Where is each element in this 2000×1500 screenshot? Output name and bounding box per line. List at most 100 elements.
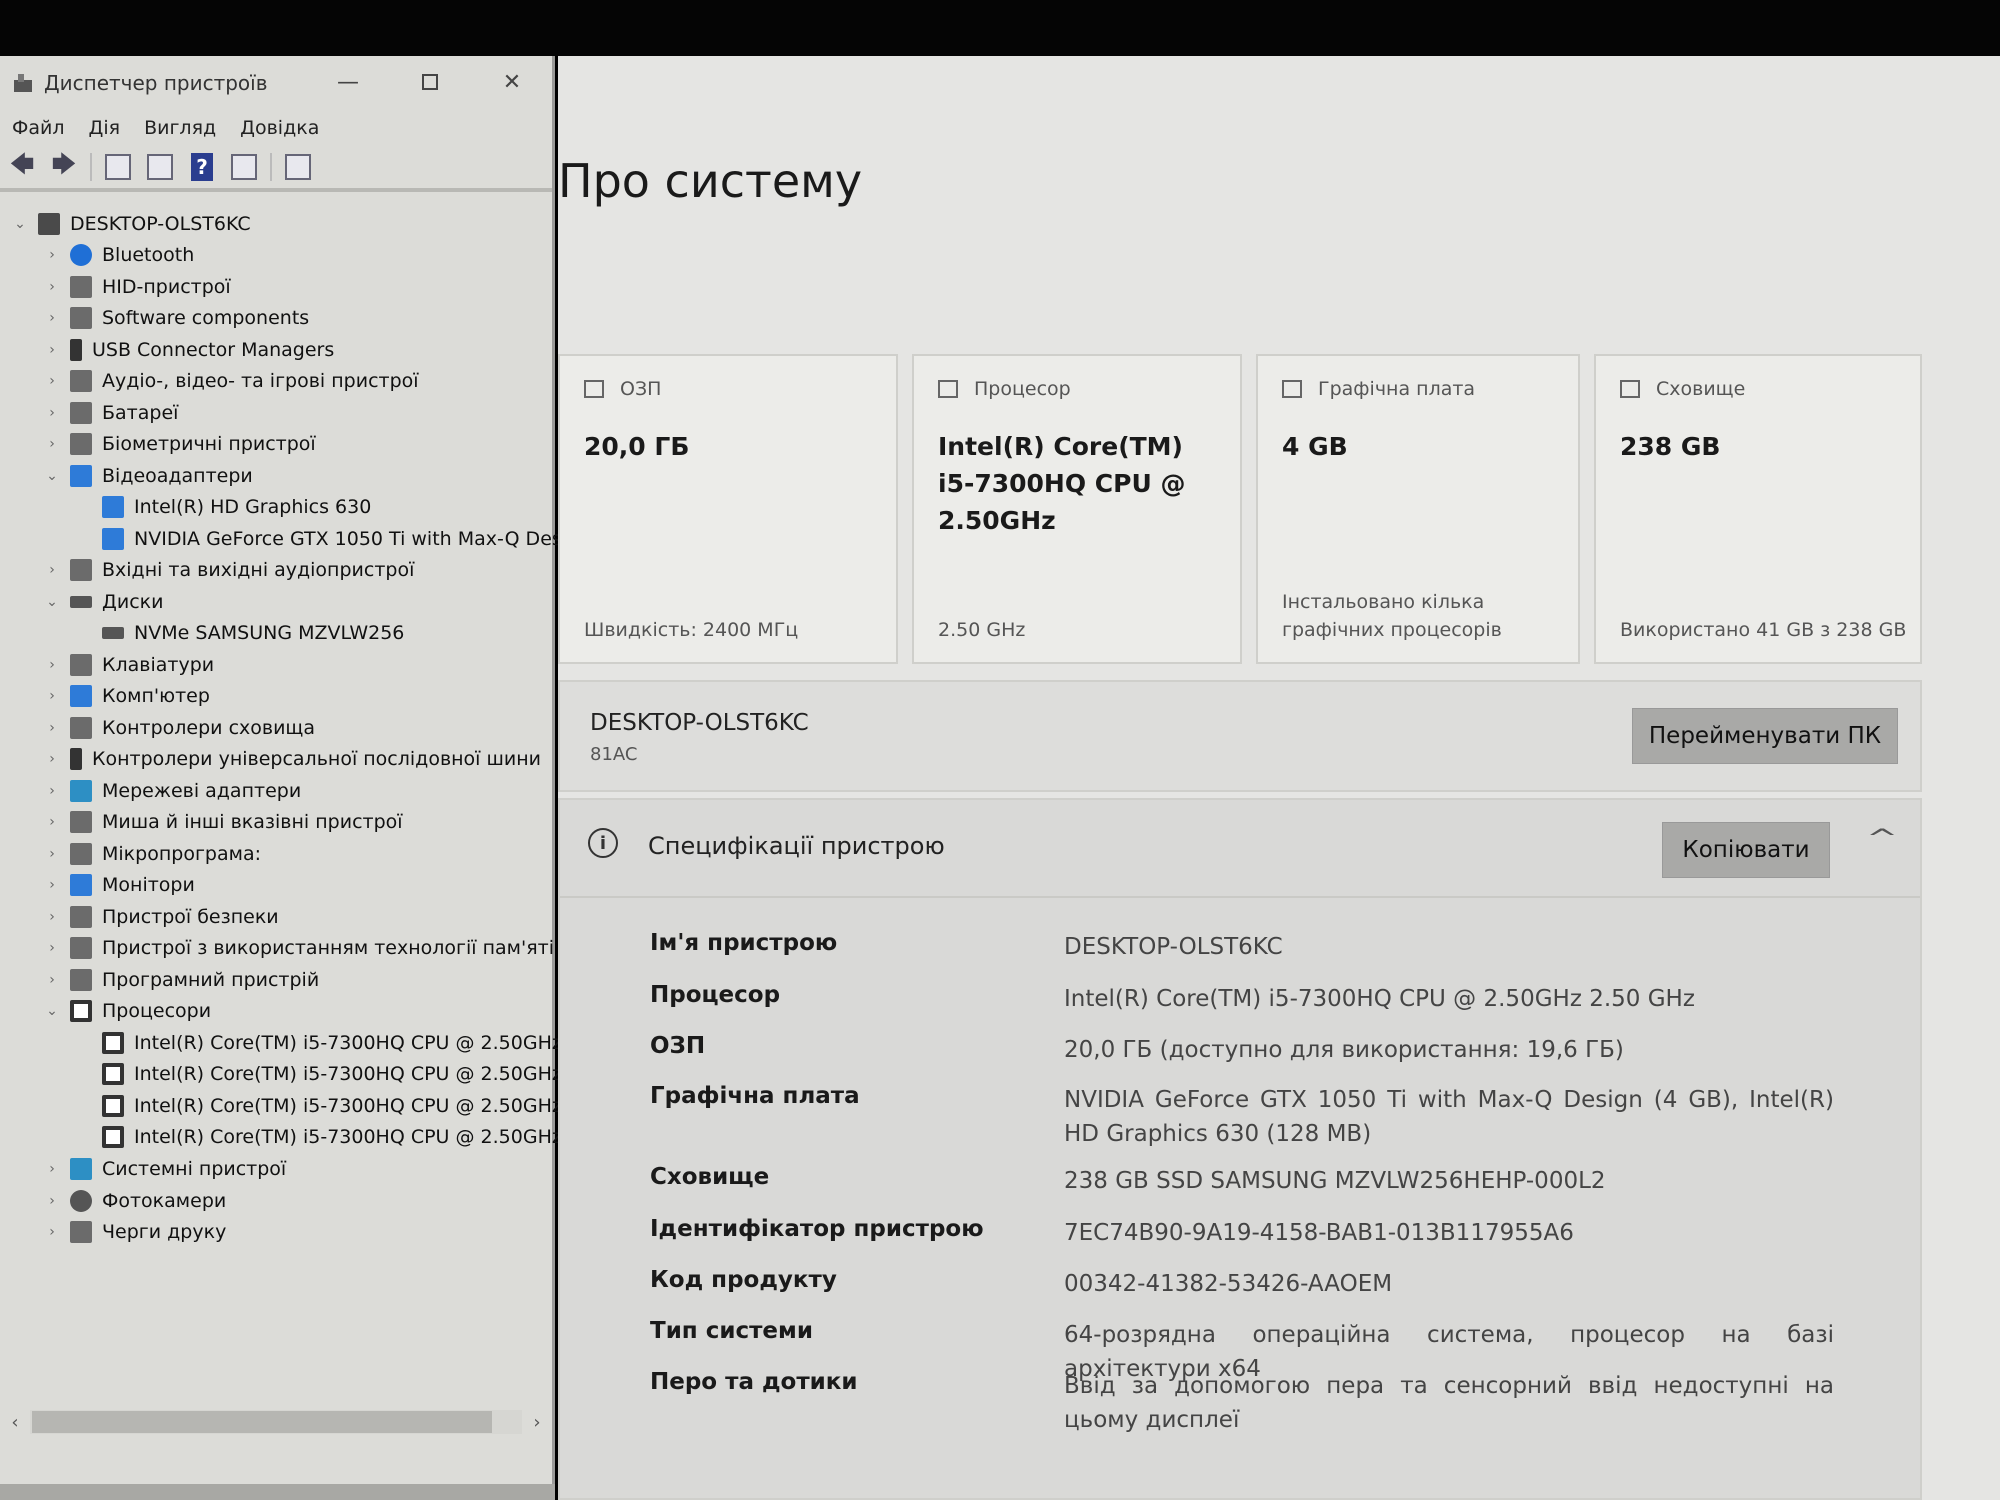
card-value: 4 GB bbox=[1282, 432, 1348, 461]
tree-label: Біометричні пристрої bbox=[102, 433, 316, 456]
rename-pc-button[interactable]: Перейменувати ПК bbox=[1632, 708, 1898, 764]
display-adapter-icon bbox=[102, 496, 124, 519]
tree-device[interactable]: Intel(R) Core(TM) i5-7300HQ CPU @ 2.50GH… bbox=[76, 1027, 562, 1058]
chevron-down-icon[interactable]: ⌄ bbox=[12, 216, 28, 232]
tree-category[interactable]: › Програмний пристрій bbox=[44, 964, 319, 995]
spec-label: Графічна плата bbox=[650, 1083, 860, 1109]
device-manager-icon bbox=[12, 72, 34, 94]
graphics-card-icon bbox=[1282, 380, 1302, 398]
scroll-left-icon[interactable]: ‹ bbox=[0, 1412, 30, 1433]
action-pane-button[interactable] bbox=[228, 151, 260, 183]
tree-category[interactable]: › USB Connector Managers bbox=[44, 334, 334, 365]
chevron-right-icon[interactable]: › bbox=[44, 972, 60, 988]
usb-icon bbox=[70, 748, 82, 771]
chevron-right-icon[interactable]: › bbox=[44, 1161, 60, 1177]
tree-category[interactable]: › Контролери універсальної послідовної ши… bbox=[44, 744, 541, 775]
back-button[interactable]: 🡄 bbox=[6, 150, 38, 183]
tree-category[interactable]: › Миша й інші вказівні пристрої bbox=[44, 807, 403, 838]
tree-category[interactable]: › Клавіатури bbox=[44, 649, 214, 680]
tree-category[interactable]: › Черги друку bbox=[44, 1217, 226, 1248]
specs-header[interactable]: i Специфікації пристрою Копіювати ^ bbox=[560, 800, 1920, 898]
computer-icon bbox=[70, 685, 92, 708]
chevron-right-icon[interactable]: › bbox=[44, 1193, 60, 1209]
minimize-button[interactable]: — bbox=[320, 64, 376, 100]
chevron-right-icon[interactable]: › bbox=[44, 436, 60, 452]
menu-help[interactable]: Довідка bbox=[240, 117, 319, 139]
show-hide-console-tree-button[interactable] bbox=[102, 151, 134, 183]
tree-category[interactable]: › Мікропрограма: bbox=[44, 838, 261, 869]
monitor-icon bbox=[70, 874, 92, 897]
card-title: Сховище bbox=[1656, 378, 1746, 400]
tree-label: Комп'ютер bbox=[102, 685, 210, 708]
tree-category[interactable]: › Комп'ютер bbox=[44, 681, 210, 712]
tree-category[interactable]: › Мережеві адаптери bbox=[44, 775, 301, 806]
chevron-right-icon[interactable]: › bbox=[44, 247, 60, 263]
scroll-track[interactable] bbox=[30, 1410, 522, 1434]
chevron-down-icon[interactable]: ⌄ bbox=[44, 468, 60, 484]
tree-device[interactable]: NVMe SAMSUNG MZVLW256 bbox=[76, 618, 404, 649]
maximize-button[interactable] bbox=[402, 64, 458, 100]
scroll-right-icon[interactable]: › bbox=[522, 1412, 552, 1433]
processor-icon bbox=[70, 1000, 92, 1023]
tree-category[interactable]: › Пристрої з використанням технології пам… bbox=[44, 933, 554, 964]
scroll-thumb[interactable] bbox=[32, 1411, 492, 1433]
chevron-right-icon[interactable]: › bbox=[44, 657, 60, 673]
menu-file[interactable]: Файл bbox=[12, 117, 65, 139]
chevron-right-icon[interactable]: › bbox=[44, 405, 60, 421]
tree-category[interactable]: ⌄ Відеоадаптери bbox=[44, 460, 253, 491]
help-button[interactable]: ? bbox=[186, 151, 218, 183]
chevron-right-icon[interactable]: › bbox=[44, 279, 60, 295]
tree-device[interactable]: Intel(R) Core(TM) i5-7300HQ CPU @ 2.50GH… bbox=[76, 1059, 562, 1090]
tree-category[interactable]: › Монітори bbox=[44, 870, 195, 901]
tree-category[interactable]: › Біометричні пристрої bbox=[44, 429, 316, 460]
tree-label: HID-пристрої bbox=[102, 275, 231, 298]
tree-category[interactable]: › Фотокамери bbox=[44, 1185, 226, 1216]
chevron-down-icon[interactable]: ⌄ bbox=[44, 1003, 60, 1019]
chevron-right-icon[interactable]: › bbox=[44, 814, 60, 830]
disk-icon bbox=[70, 595, 92, 608]
chevron-right-icon[interactable]: › bbox=[44, 562, 60, 578]
chevron-right-icon[interactable]: › bbox=[44, 688, 60, 704]
chevron-right-icon[interactable]: › bbox=[44, 783, 60, 799]
chevron-right-icon[interactable]: › bbox=[44, 373, 60, 389]
tree-category[interactable]: › Bluetooth bbox=[44, 240, 194, 271]
chevron-right-icon[interactable]: › bbox=[44, 1224, 60, 1240]
chevron-right-icon[interactable]: › bbox=[44, 940, 60, 956]
tree-category[interactable]: › Аудіо-, відео- та ігрові пристрої bbox=[44, 366, 419, 397]
menu-action[interactable]: Дія bbox=[89, 117, 121, 139]
tree-category[interactable]: ⌄ Диски bbox=[44, 586, 163, 617]
properties-button[interactable] bbox=[144, 151, 176, 183]
spec-label: Процесор bbox=[650, 982, 781, 1008]
chevron-right-icon[interactable]: › bbox=[44, 909, 60, 925]
monitor-scan-icon bbox=[285, 154, 311, 180]
chevron-right-icon[interactable]: › bbox=[44, 846, 60, 862]
menu-view[interactable]: Вигляд bbox=[144, 117, 216, 139]
tree-category[interactable]: › Software components bbox=[44, 303, 309, 334]
tree-category[interactable]: ⌄ Процесори bbox=[44, 996, 211, 1027]
tree-category[interactable]: › Вхідні та вихідні аудіопристрої bbox=[44, 555, 414, 586]
chevron-right-icon[interactable]: › bbox=[44, 310, 60, 326]
chevron-up-icon[interactable]: ^ bbox=[1866, 824, 1898, 852]
chevron-right-icon[interactable]: › bbox=[44, 751, 60, 767]
chevron-right-icon[interactable]: › bbox=[44, 877, 60, 893]
chevron-right-icon[interactable]: › bbox=[44, 342, 60, 358]
spec-value: DESKTOP-OLST6KC bbox=[1064, 934, 1283, 960]
scan-hardware-button[interactable] bbox=[282, 151, 314, 183]
tree-device[interactable]: Intel(R) HD Graphics 630 bbox=[76, 492, 371, 523]
horizontal-scrollbar[interactable]: ‹ › bbox=[0, 1406, 552, 1438]
tree-root[interactable]: ⌄ DESKTOP-OLST6KC bbox=[12, 208, 251, 239]
tree-device[interactable]: Intel(R) Core(TM) i5-7300HQ CPU @ 2.50GH… bbox=[76, 1090, 562, 1121]
tree-category[interactable]: › Пристрої безпеки bbox=[44, 901, 279, 932]
tree-category[interactable]: › Батареї bbox=[44, 397, 178, 428]
copy-button[interactable]: Копіювати bbox=[1662, 822, 1830, 878]
chevron-right-icon[interactable]: › bbox=[44, 720, 60, 736]
chevron-down-icon[interactable]: ⌄ bbox=[44, 594, 60, 610]
forward-button[interactable]: 🡆 bbox=[48, 150, 80, 183]
tree-category[interactable]: › Контролери сховища bbox=[44, 712, 315, 743]
spec-label: Код продукту bbox=[650, 1267, 837, 1293]
close-button[interactable]: ✕ bbox=[484, 64, 540, 100]
tree-category[interactable]: › Системні пристрої bbox=[44, 1154, 286, 1185]
tree-device[interactable]: NVIDIA GeForce GTX 1050 Ti with Max-Q De… bbox=[76, 523, 567, 554]
tree-category[interactable]: › HID-пристрої bbox=[44, 271, 231, 302]
tree-device[interactable]: Intel(R) Core(TM) i5-7300HQ CPU @ 2.50GH… bbox=[76, 1122, 562, 1153]
